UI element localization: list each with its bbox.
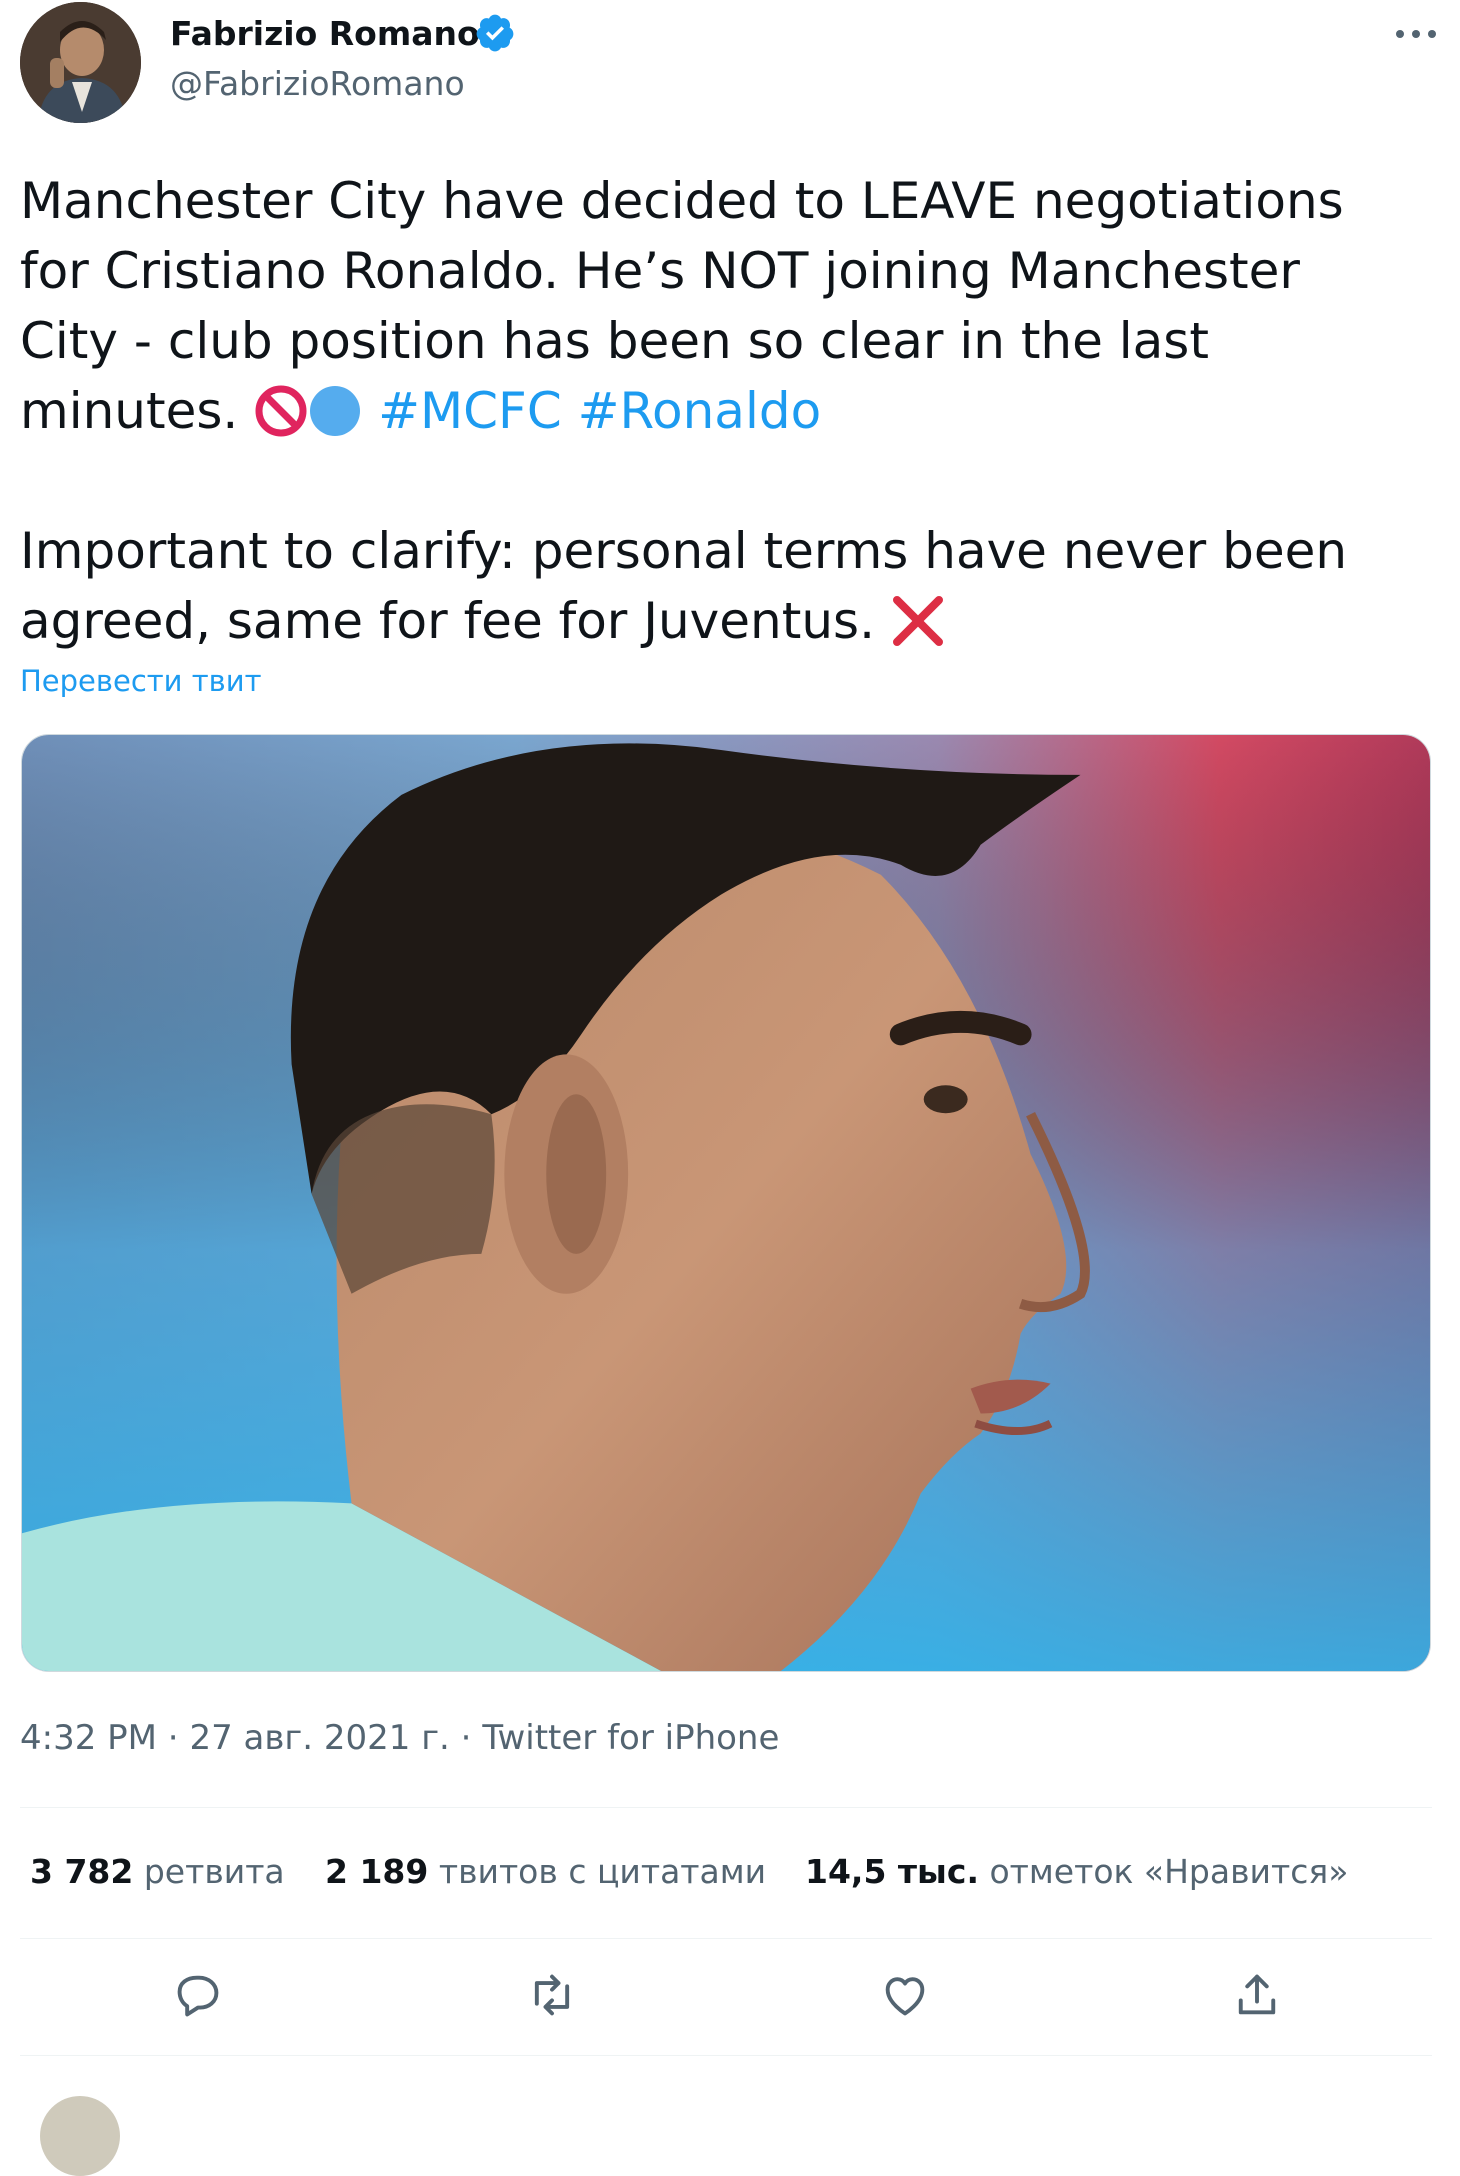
tweet-line: agreed, same for fee for Juventus. xyxy=(20,586,1420,656)
translate-tweet-link[interactable]: Перевести твит xyxy=(20,664,261,698)
tweet-time[interactable]: 4:32 PM xyxy=(20,1718,157,1758)
tweet-line-text: minutes. xyxy=(20,382,239,440)
retweets-count: 3 782 xyxy=(30,1852,134,1891)
divider xyxy=(20,1807,1432,1808)
tweet-line: Manchester City have decided to LEAVE ne… xyxy=(20,172,1344,230)
tweet-line-text: agreed, same for fee for Juventus. xyxy=(20,592,875,650)
reply-icon xyxy=(177,1975,219,2017)
quotes-count: 2 189 xyxy=(325,1852,429,1891)
meta-separator: · xyxy=(449,1718,483,1758)
prohibited-emoji-icon xyxy=(255,385,307,437)
author-avatar[interactable] xyxy=(20,2,141,123)
tweet-date[interactable]: 27 авг. 2021 г. xyxy=(189,1718,449,1758)
divider xyxy=(20,1938,1432,1939)
tweet-line: Important to clarify: personal terms hav… xyxy=(20,522,1348,580)
meta-separator: · xyxy=(157,1718,190,1758)
like-button[interactable] xyxy=(870,1960,940,2030)
retweet-icon xyxy=(534,1974,570,2016)
avatar-photo xyxy=(20,2,141,123)
share-button[interactable] xyxy=(1222,1960,1292,2030)
quotes-label: твитов с цитатами xyxy=(438,1852,767,1891)
tweet-line: City - club position has been so clear i… xyxy=(20,312,1209,370)
author-name[interactable]: Fabrizio Romano xyxy=(170,14,480,53)
quotes-stat[interactable]: 2 189 твитов с цитатами xyxy=(325,1852,766,1891)
tweet-media-image[interactable] xyxy=(21,734,1431,1672)
tweet-line: minutes. #MCFC #Ronaldo xyxy=(20,376,1420,446)
retweets-stat[interactable]: 3 782 ретвита xyxy=(30,1852,285,1891)
cross-mark-emoji-icon xyxy=(892,596,943,646)
tweet-source[interactable]: Twitter for iPhone xyxy=(482,1718,779,1758)
reply-button[interactable] xyxy=(163,1960,233,2030)
retweet-button[interactable] xyxy=(517,1960,587,2030)
likes-stat[interactable]: 14,5 тыс. отметок «Нравится» xyxy=(805,1852,1348,1891)
share-icon xyxy=(1238,1974,1276,2015)
tweet-actions xyxy=(0,1960,1460,2040)
divider xyxy=(20,2055,1432,2056)
like-icon xyxy=(885,1977,925,2016)
more-options-icon[interactable] xyxy=(1390,18,1442,50)
portrait-photo xyxy=(22,735,1430,1671)
retweets-label: ретвита xyxy=(143,1852,285,1891)
tweet-text: Manchester City have decided to LEAVE ne… xyxy=(20,166,1420,656)
tweet-detail: Fabrizio Romano @FabrizioRomano Manchest… xyxy=(0,0,1460,2176)
author-handle[interactable]: @FabrizioRomano xyxy=(170,64,465,103)
verified-badge-icon xyxy=(476,14,514,52)
hashtag-ronaldo[interactable]: #Ronaldo xyxy=(578,382,822,440)
reply-composer-avatar[interactable] xyxy=(40,2096,120,2176)
blue-circle-emoji-icon xyxy=(310,386,361,436)
tweet-line: for Cristiano Ronaldo. He’s NOT joining … xyxy=(20,242,1300,300)
likes-count: 14,5 тыс. xyxy=(805,1852,979,1891)
tweet-timestamp: 4:32 PM · 27 авг. 2021 г. · Twitter for … xyxy=(20,1718,779,1758)
likes-label: отметок «Нравится» xyxy=(989,1852,1349,1891)
hashtag-mcfc[interactable]: #MCFC xyxy=(378,382,562,440)
